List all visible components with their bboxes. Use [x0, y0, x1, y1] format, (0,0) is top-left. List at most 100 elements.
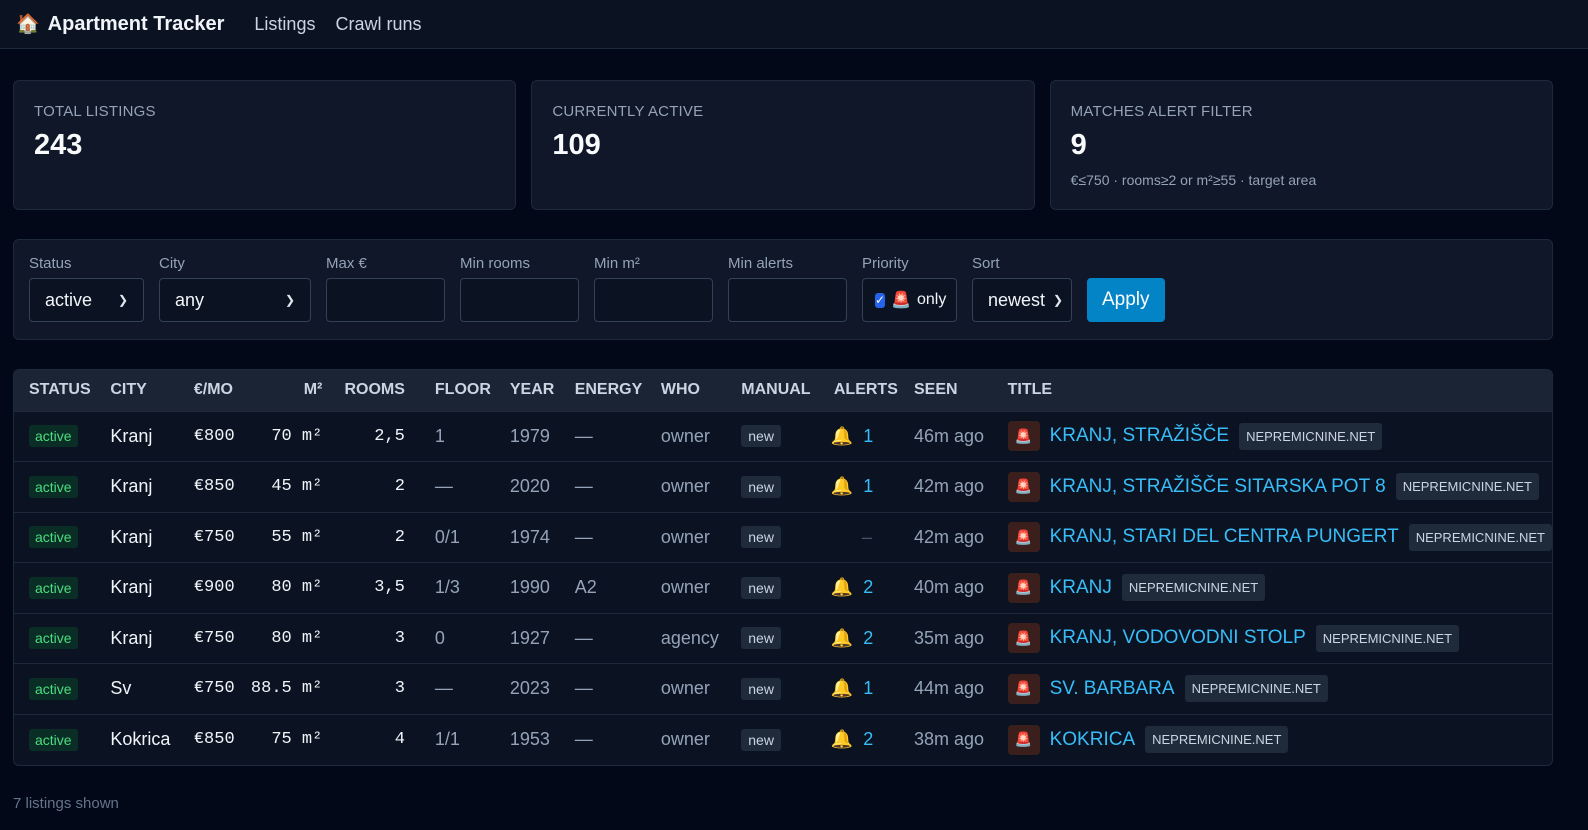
year-cell: 1974 [494, 511, 560, 563]
manual-badge[interactable]: new [741, 475, 781, 498]
table-row[interactable]: active Kranj €900 80 m² 3,5 1/3 1990 A2 … [14, 562, 1552, 613]
manual-cell: new [726, 511, 819, 563]
apply-button[interactable]: Apply [1087, 278, 1165, 322]
siren-icon[interactable]: 🚨 [1007, 471, 1040, 502]
seen-cell: 42m ago [899, 461, 993, 512]
sort-label: Sort [972, 255, 1000, 272]
siren-icon[interactable]: 🚨 [1007, 673, 1040, 704]
m2-cell: 80 m² [235, 562, 338, 613]
col-rooms[interactable]: ROOMS [337, 370, 420, 411]
nav-listings[interactable]: Listings [254, 14, 315, 35]
min-alerts-input[interactable] [728, 278, 847, 322]
source-badge: NEPREMICNINE.NET [1121, 574, 1266, 602]
price-cell: €850 [178, 713, 236, 765]
priority-toggle[interactable]: ✓ 🚨 only [862, 278, 957, 322]
listing-title-link[interactable]: KRANJ, VODOVODNI STOLP [1050, 627, 1306, 649]
alerts-cell: 🔔 1 [818, 663, 899, 714]
table-row[interactable]: active Sv €750 88.5 m² 3 — 2023 — owner … [14, 663, 1552, 714]
min-m2-label: Min m² [594, 255, 640, 272]
col-seen[interactable]: SEEN [899, 370, 993, 411]
status-badge: active [29, 526, 78, 549]
stat-card-active: CURRENTLY ACTIVE 109 [531, 80, 1035, 210]
alerts-cell: 🔔 2 [818, 713, 899, 765]
stat-cards: TOTAL LISTINGS 243 CURRENTLY ACTIVE 109 … [13, 80, 1553, 210]
city-label: City [159, 255, 185, 272]
manual-badge[interactable]: new [741, 526, 781, 549]
manual-badge[interactable]: new [741, 576, 781, 599]
table-row[interactable]: active Kranj €750 80 m² 3 0 1927 — agenc… [14, 612, 1552, 664]
energy-cell: — [559, 410, 646, 462]
sort-select[interactable]: newest ❯ [972, 278, 1072, 322]
col-who[interactable]: WHO [645, 370, 727, 411]
col-alerts[interactable]: ALERTS [818, 370, 899, 411]
manual-badge[interactable]: new [741, 677, 781, 700]
table-row[interactable]: active Kokrica €850 75 m² 4 1/1 1953 — o… [14, 713, 1552, 765]
source-badge: NEPREMICNINE.NET [1315, 624, 1460, 652]
col-status[interactable]: STATUS [14, 370, 96, 411]
manual-badge[interactable]: new [741, 425, 781, 448]
siren-icon[interactable]: 🚨 [1007, 724, 1040, 755]
brand[interactable]: 🏠 Apartment Tracker [16, 12, 224, 36]
col-manual[interactable]: MANUAL [726, 370, 819, 411]
city-select[interactable]: any ❯ [159, 278, 311, 322]
manual-badge[interactable]: new [741, 728, 781, 751]
nav-crawl-runs[interactable]: Crawl runs [335, 14, 421, 35]
siren-icon[interactable]: 🚨 [1007, 421, 1040, 452]
listings-table: STATUS CITY €/MO M² ROOMS FLOOR YEAR ENE… [13, 369, 1553, 766]
manual-badge[interactable]: new [741, 627, 781, 650]
status-cell: active [14, 663, 96, 714]
alerts-cell: 🔔 1 [818, 410, 899, 462]
col-energy[interactable]: ENERGY [559, 370, 646, 411]
col-m2[interactable]: M² [235, 370, 338, 411]
priority-text: only [916, 291, 947, 308]
listing-title-link[interactable]: KRANJ [1050, 577, 1112, 599]
status-badge: active [29, 627, 78, 650]
source-badge: NEPREMICNINE.NET [1184, 675, 1328, 703]
status-cell: active [14, 461, 96, 512]
min-m2-input[interactable] [594, 278, 713, 322]
rooms-cell: 3 [337, 612, 420, 664]
listing-title-link[interactable]: KRANJ, STARI DEL CENTRA PUNGERT [1050, 526, 1399, 548]
manual-cell: new [726, 713, 819, 765]
max-price-input[interactable] [326, 278, 445, 322]
col-city[interactable]: CITY [95, 370, 179, 411]
rooms-cell: 3 [337, 663, 420, 714]
city-cell: Kranj [95, 562, 179, 613]
siren-icon[interactable]: 🚨 [1007, 572, 1040, 603]
status-badge: active [29, 677, 78, 700]
seen-cell: 46m ago [899, 410, 993, 462]
siren-icon[interactable]: 🚨 [1007, 522, 1040, 553]
alerts-cell: 🔔 1 [818, 461, 899, 512]
status-badge: active [29, 728, 78, 751]
table-row[interactable]: active Kranj €750 55 m² 2 0/1 1974 — own… [14, 511, 1552, 563]
max-price-label: Max € [326, 255, 367, 272]
price-cell: €750 [178, 663, 236, 714]
listing-title-link[interactable]: KOKRICA [1050, 729, 1136, 751]
col-price[interactable]: €/MO [178, 370, 236, 411]
who-cell: owner [645, 562, 727, 613]
siren-icon[interactable]: 🚨 [1007, 623, 1040, 654]
title-cell: 🚨 KRANJ, STRAŽIŠČE SITARSKA POT 8 NEPREM… [992, 461, 1552, 512]
status-cell: active [14, 612, 96, 664]
min-rooms-input[interactable] [460, 278, 579, 322]
status-select[interactable]: active ❯ [29, 278, 144, 322]
status-badge: active [29, 475, 78, 498]
min-rooms-filter: Min rooms [460, 255, 579, 322]
floor-cell: 1/1 [419, 713, 495, 765]
col-floor[interactable]: FLOOR [419, 370, 495, 411]
year-cell: 1979 [494, 410, 560, 462]
listing-title-link[interactable]: KRANJ, STRAŽIŠČE [1050, 425, 1229, 447]
status-cell: active [14, 713, 96, 765]
listing-title-link[interactable]: SV. BARBARA [1050, 678, 1175, 700]
siren-icon: 🚨 [891, 292, 911, 309]
alerts-count: 2 [863, 729, 874, 749]
alerts-count: 2 [863, 577, 874, 598]
listing-title-link[interactable]: KRANJ, STRAŽIŠČE SITARSKA POT 8 [1050, 476, 1386, 498]
table-row[interactable]: active Kranj €800 70 m² 2,5 1 1979 — own… [14, 410, 1552, 462]
house-icon: 🏠 [16, 14, 40, 35]
col-year[interactable]: YEAR [494, 370, 560, 411]
col-title[interactable]: TITLE [992, 370, 1552, 411]
priority-checkbox[interactable]: ✓ [875, 292, 886, 308]
manual-cell: new [726, 410, 819, 462]
table-row[interactable]: active Kranj €850 45 m² 2 — 2020 — owner… [14, 461, 1552, 512]
